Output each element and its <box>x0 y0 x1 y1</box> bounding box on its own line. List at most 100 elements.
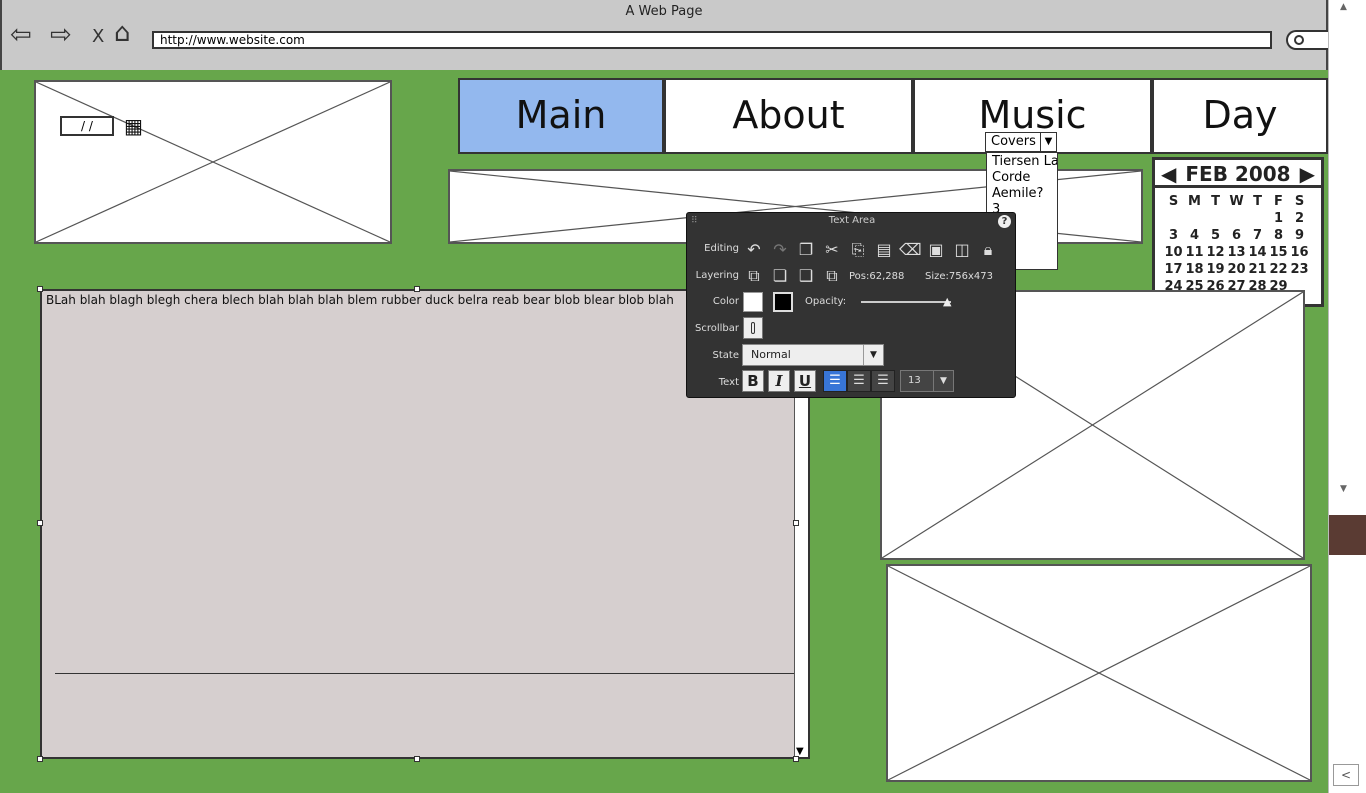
send-backward-icon[interactable]: ❑ <box>795 267 817 285</box>
align-left-button[interactable]: ☰ <box>823 370 847 392</box>
calendar-day[interactable]: 23 <box>1289 262 1310 279</box>
calendar-day[interactable]: 21 <box>1247 262 1268 279</box>
fill-color-swatch[interactable] <box>743 292 763 312</box>
panel-title: Text Area <box>828 215 876 226</box>
align-right-button[interactable]: ☰ <box>871 370 895 392</box>
cut-icon[interactable]: ✂ <box>821 241 843 259</box>
group-icon[interactable]: ▣ <box>925 241 947 259</box>
calendar-icon[interactable]: ▦ <box>124 114 148 138</box>
forward-arrow-icon[interactable]: ⇨ <box>50 22 72 48</box>
scrollbar-toggle[interactable] <box>743 317 763 339</box>
scroll-left-icon[interactable]: < <box>1333 764 1359 786</box>
tab-main[interactable]: Main <box>458 78 664 154</box>
resize-handle[interactable] <box>793 520 799 526</box>
list-item[interactable]: Aemile? <box>992 186 1052 202</box>
calendar-day[interactable]: 14 <box>1247 245 1268 262</box>
list-item[interactable]: Tiersen La <box>992 154 1057 170</box>
calendar-day[interactable]: 9 <box>1289 228 1310 245</box>
weekday-label: S <box>1294 194 1305 209</box>
stroke-color-swatch[interactable] <box>773 292 793 312</box>
list-item[interactable]: Corde <box>992 170 1052 186</box>
stop-icon[interactable]: X <box>92 26 104 47</box>
calendar-day[interactable]: 10 <box>1163 245 1184 262</box>
calendar-day[interactable]: 12 <box>1205 245 1226 262</box>
resize-handle[interactable] <box>37 286 43 292</box>
covers-dropdown[interactable]: Covers ▼ <box>985 132 1057 152</box>
tab-about[interactable]: About <box>664 78 913 154</box>
home-icon[interactable]: ⌂ <box>114 20 131 46</box>
calendar-day[interactable]: 22 <box>1268 262 1289 279</box>
italic-button[interactable]: I <box>768 370 790 392</box>
weekday-label: W <box>1229 194 1244 209</box>
window-title: A Web Page <box>625 4 703 19</box>
duplicate-icon[interactable]: ❐ <box>795 241 817 259</box>
ungroup-icon[interactable]: ◫ <box>951 241 973 259</box>
calendar-day <box>1226 211 1247 228</box>
align-left-icon: ☰ <box>829 373 841 388</box>
scroll-up-icon[interactable]: ▲ <box>1340 2 1347 12</box>
calendar-day[interactable]: 7 <box>1247 228 1268 245</box>
help-icon[interactable]: ? <box>998 215 1011 228</box>
chevron-down-icon[interactable]: ▼ <box>1040 133 1056 151</box>
undo-icon[interactable]: ↶ <box>743 241 765 259</box>
resize-handle[interactable] <box>414 756 420 762</box>
scroll-thumb[interactable] <box>1329 515 1366 555</box>
resize-handle[interactable] <box>414 286 420 292</box>
bring-forward-icon[interactable]: ❏ <box>769 267 791 285</box>
chevron-down-icon[interactable]: ▼ <box>863 345 883 365</box>
opacity-slider[interactable] <box>861 301 951 303</box>
send-to-back-icon[interactable]: ⧉ <box>821 267 843 285</box>
calendar-day[interactable]: 3 <box>1163 228 1184 245</box>
opacity-slider-thumb[interactable]: ▲ <box>943 295 951 308</box>
window-scrollbar[interactable]: ▲ ▼ < <box>1328 0 1366 793</box>
calendar-day[interactable]: 16 <box>1289 245 1310 262</box>
align-center-button[interactable]: ☰ <box>847 370 871 392</box>
next-month-icon[interactable]: ▶ <box>1300 160 1321 188</box>
calendar-day[interactable]: 5 <box>1205 228 1226 245</box>
bold-button[interactable]: B <box>742 370 764 392</box>
weekday-label: T <box>1211 194 1220 209</box>
delete-icon[interactable]: ⌫ <box>899 241 922 259</box>
calendar-day[interactable]: 17 <box>1163 262 1184 279</box>
layering-label: Layering <box>695 270 739 281</box>
search-field[interactable] <box>1286 30 1328 50</box>
lock-icon[interactable]: 🔒︎ <box>977 241 999 259</box>
opacity-label: Opacity: <box>805 296 847 307</box>
prev-month-icon[interactable]: ◀ <box>1155 160 1176 188</box>
date-field[interactable]: / / <box>60 116 114 136</box>
size-readout: Size:756x473 <box>925 271 993 282</box>
calendar-day[interactable]: 4 <box>1184 228 1205 245</box>
font-size-select[interactable]: 13 ▼ <box>900 370 954 392</box>
calendar-day[interactable]: 20 <box>1226 262 1247 279</box>
pos-value: 62,288 <box>869 271 905 282</box>
state-value: Normal <box>751 348 791 361</box>
calendar-day[interactable]: 8 <box>1268 228 1289 245</box>
size-label: Size: <box>925 271 949 282</box>
back-arrow-icon[interactable]: ⇦ <box>10 22 32 48</box>
resize-handle[interactable] <box>793 756 799 762</box>
redo-icon[interactable]: ↷ <box>769 241 791 259</box>
bring-to-front-icon[interactable]: ⧉ <box>743 267 765 285</box>
calendar-day[interactable]: 1 <box>1268 211 1289 228</box>
calendar-day[interactable]: 2 <box>1289 211 1310 228</box>
chevron-down-icon[interactable]: ▼ <box>933 371 953 391</box>
underline-button[interactable]: U <box>794 370 816 392</box>
paste-icon[interactable]: ▤ <box>873 241 895 259</box>
calendar-day[interactable]: 19 <box>1205 262 1226 279</box>
calendar-day[interactable]: 13 <box>1226 245 1247 262</box>
calendar-day[interactable]: 6 <box>1226 228 1247 245</box>
image-placeholder <box>34 80 392 244</box>
url-bar[interactable]: http://www.website.com <box>152 31 1272 49</box>
state-label: State <box>712 350 739 361</box>
scroll-down-icon[interactable]: ▼ <box>1340 484 1347 494</box>
calendar-day[interactable]: 18 <box>1184 262 1205 279</box>
resize-handle[interactable] <box>37 520 43 526</box>
resize-handle[interactable] <box>37 756 43 762</box>
text-area[interactable]: BLah blah blagh blegh chera blech blah b… <box>40 289 798 759</box>
copy-icon[interactable]: ⎘ <box>847 241 869 259</box>
tab-day[interactable]: Day <box>1152 78 1328 154</box>
state-select[interactable]: Normal ▼ <box>742 344 884 366</box>
calendar-month: FEB 2008 <box>1185 162 1291 186</box>
calendar-day[interactable]: 11 <box>1184 245 1205 262</box>
calendar-day[interactable]: 15 <box>1268 245 1289 262</box>
